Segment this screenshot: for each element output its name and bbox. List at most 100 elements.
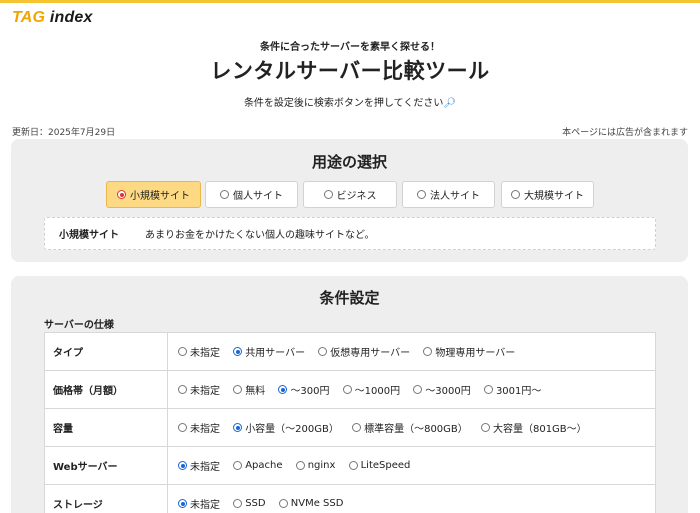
server-spec-label: サーバーの仕様 [44, 320, 114, 331]
radio-option[interactable]: 未指定 [178, 382, 220, 397]
radio-label: 共用サーバー [245, 348, 306, 359]
radio-icon [233, 461, 243, 470]
spec-row-price: 価格帯（月額） 未指定 無料 ～300円 ～1000円 ～3000円 3001円… [44, 370, 656, 409]
radio-label: 仮想専用サーバー [330, 348, 411, 359]
radio-option[interactable]: 無料 [233, 382, 265, 397]
radio-icon [483, 385, 493, 394]
purpose-option-label: 小規模サイト [130, 191, 190, 202]
conditions-panel: 条件設定 サーバーの仕様 タイプ 未指定 共用サーバー 仮想専用サーバー 物理専… [11, 276, 688, 513]
radio-label: 未指定 [190, 348, 220, 359]
radio-option[interactable]: 未指定 [178, 458, 220, 473]
updated-date: 更新日：2025年7月29日 [12, 128, 116, 138]
radio-icon [480, 423, 490, 432]
radio-icon [233, 347, 243, 356]
radio-icon [220, 190, 229, 199]
spec-row-label: Webサーバー [44, 446, 168, 485]
radio-option[interactable]: ～3000円 [413, 382, 471, 397]
spec-row-webserver: Webサーバー 未指定 Apache nginx LiteSpeed [44, 446, 656, 485]
radio-option[interactable]: 物理専用サーバー [423, 344, 515, 359]
radio-option[interactable]: SSD [233, 498, 266, 509]
spec-row-storage: ストレージ 未指定 SSD NVMe SSD [44, 484, 656, 513]
purpose-description: 小規模サイト あまりお金をかけたくない個人の趣味サイトなど。 [44, 217, 656, 250]
radio-label: 未指定 [190, 462, 220, 473]
radio-label: 物理専用サーバー [435, 348, 516, 359]
spec-row-label: タイプ [44, 332, 168, 371]
logo-index: index [45, 9, 93, 26]
spec-row-options: 未指定 SSD NVMe SSD [167, 484, 656, 513]
radio-label: ～1000円 [354, 386, 401, 397]
radio-option[interactable]: ～300円 [278, 382, 329, 397]
radio-icon [233, 499, 243, 508]
magnifier-icon: 🔎︎ [443, 98, 457, 109]
radio-icon [178, 385, 187, 394]
ad-notice: 本ページには広告が含まれます [562, 128, 688, 138]
radio-icon [413, 385, 423, 394]
radio-option[interactable]: 標準容量（～800GB） [352, 420, 468, 435]
spec-row-label: 容量 [44, 408, 168, 447]
purpose-panel: 用途の選択 小規模サイト 個人サイト ビジネス 法人サイト 大規模サイト 小規模… [11, 139, 688, 262]
radio-option[interactable]: 未指定 [178, 344, 220, 359]
purpose-option-personal[interactable]: 個人サイト [205, 181, 298, 208]
spec-row-label: 価格帯（月額） [44, 370, 168, 409]
purpose-option-label: 大規模サイト [524, 191, 584, 202]
radio-option[interactable]: 仮想専用サーバー [318, 344, 410, 359]
radio-label: 大容量（801GB～） [492, 424, 587, 435]
radio-option[interactable]: 未指定 [178, 496, 220, 511]
radio-icon [278, 385, 288, 394]
spec-row-capacity: 容量 未指定 小容量（～200GB） 標準容量（～800GB） 大容量（801G… [44, 408, 656, 447]
purpose-option-label: 個人サイト [233, 191, 283, 202]
radio-option[interactable]: nginx [295, 460, 335, 471]
purpose-title: 用途の選択 [311, 153, 387, 171]
radio-icon [233, 385, 243, 394]
radio-option[interactable]: Apache [233, 460, 283, 471]
radio-option[interactable]: NVMe SSD [278, 498, 343, 509]
site-logo[interactable]: TAG index [12, 9, 93, 27]
spec-row-options: 未指定 共用サーバー 仮想専用サーバー 物理専用サーバー [167, 332, 656, 371]
purpose-option-corporate[interactable]: 法人サイト [402, 181, 495, 208]
radio-icon [178, 499, 187, 508]
radio-option[interactable]: 小容量（～200GB） [233, 420, 339, 435]
radio-label: Apache [245, 460, 283, 471]
radio-option[interactable]: LiteSpeed [348, 460, 411, 471]
hero-description: 条件を設定後に検索ボタンを押してください🔎︎ [0, 94, 700, 109]
radio-icon [233, 423, 243, 432]
radio-label: 3001円～ [495, 386, 542, 397]
radio-icon [278, 499, 288, 508]
radio-icon [178, 347, 187, 356]
radio-icon [295, 461, 305, 470]
radio-icon [348, 461, 358, 470]
purpose-option-small[interactable]: 小規模サイト [106, 181, 201, 208]
spec-table: タイプ 未指定 共用サーバー 仮想専用サーバー 物理専用サーバー 価格帯（月額）… [44, 332, 656, 513]
radio-icon [318, 347, 328, 356]
radio-option[interactable]: ～1000円 [342, 382, 401, 397]
radio-icon [417, 190, 426, 199]
spec-row-options: 未指定 無料 ～300円 ～1000円 ～3000円 3001円～ [167, 370, 656, 409]
radio-icon [117, 190, 126, 199]
radio-icon [511, 190, 520, 199]
page-title: レンタルサーバー比較ツール [210, 59, 490, 83]
radio-option[interactable]: 未指定 [178, 420, 220, 435]
radio-label: 無料 [245, 386, 266, 397]
purpose-option-label: 法人サイト [430, 191, 480, 202]
purpose-description-label: 小規模サイト [59, 230, 119, 241]
radio-icon [352, 423, 362, 432]
radio-icon [323, 190, 333, 199]
conditions-title: 条件設定 [319, 289, 380, 307]
spec-row-options: 未指定 小容量（～200GB） 標準容量（～800GB） 大容量（801GB～） [167, 408, 656, 447]
spec-row-type: タイプ 未指定 共用サーバー 仮想専用サーバー 物理専用サーバー [44, 332, 656, 371]
top-accent-bar [0, 0, 700, 3]
radio-label: LiteSpeed [360, 460, 411, 471]
radio-option[interactable]: 3001円～ [483, 382, 542, 397]
purpose-option-business[interactable]: ビジネス [303, 181, 397, 208]
hero-description-text: 条件を設定後に検索ボタンを押してください [243, 98, 444, 109]
radio-label: 未指定 [190, 500, 220, 511]
radio-label: ～3000円 [425, 386, 471, 397]
radio-icon [178, 423, 187, 432]
radio-option[interactable]: 大容量（801GB～） [480, 420, 587, 435]
logo-tag: TAG [12, 9, 46, 26]
purpose-option-large[interactable]: 大規模サイト [501, 181, 594, 208]
radio-option[interactable]: 共用サーバー [233, 344, 305, 359]
radio-label: 標準容量（～800GB） [364, 424, 468, 435]
radio-icon [178, 461, 187, 470]
hero-subtitle: 条件に合ったサーバーを素早く探せる！ [260, 42, 440, 53]
